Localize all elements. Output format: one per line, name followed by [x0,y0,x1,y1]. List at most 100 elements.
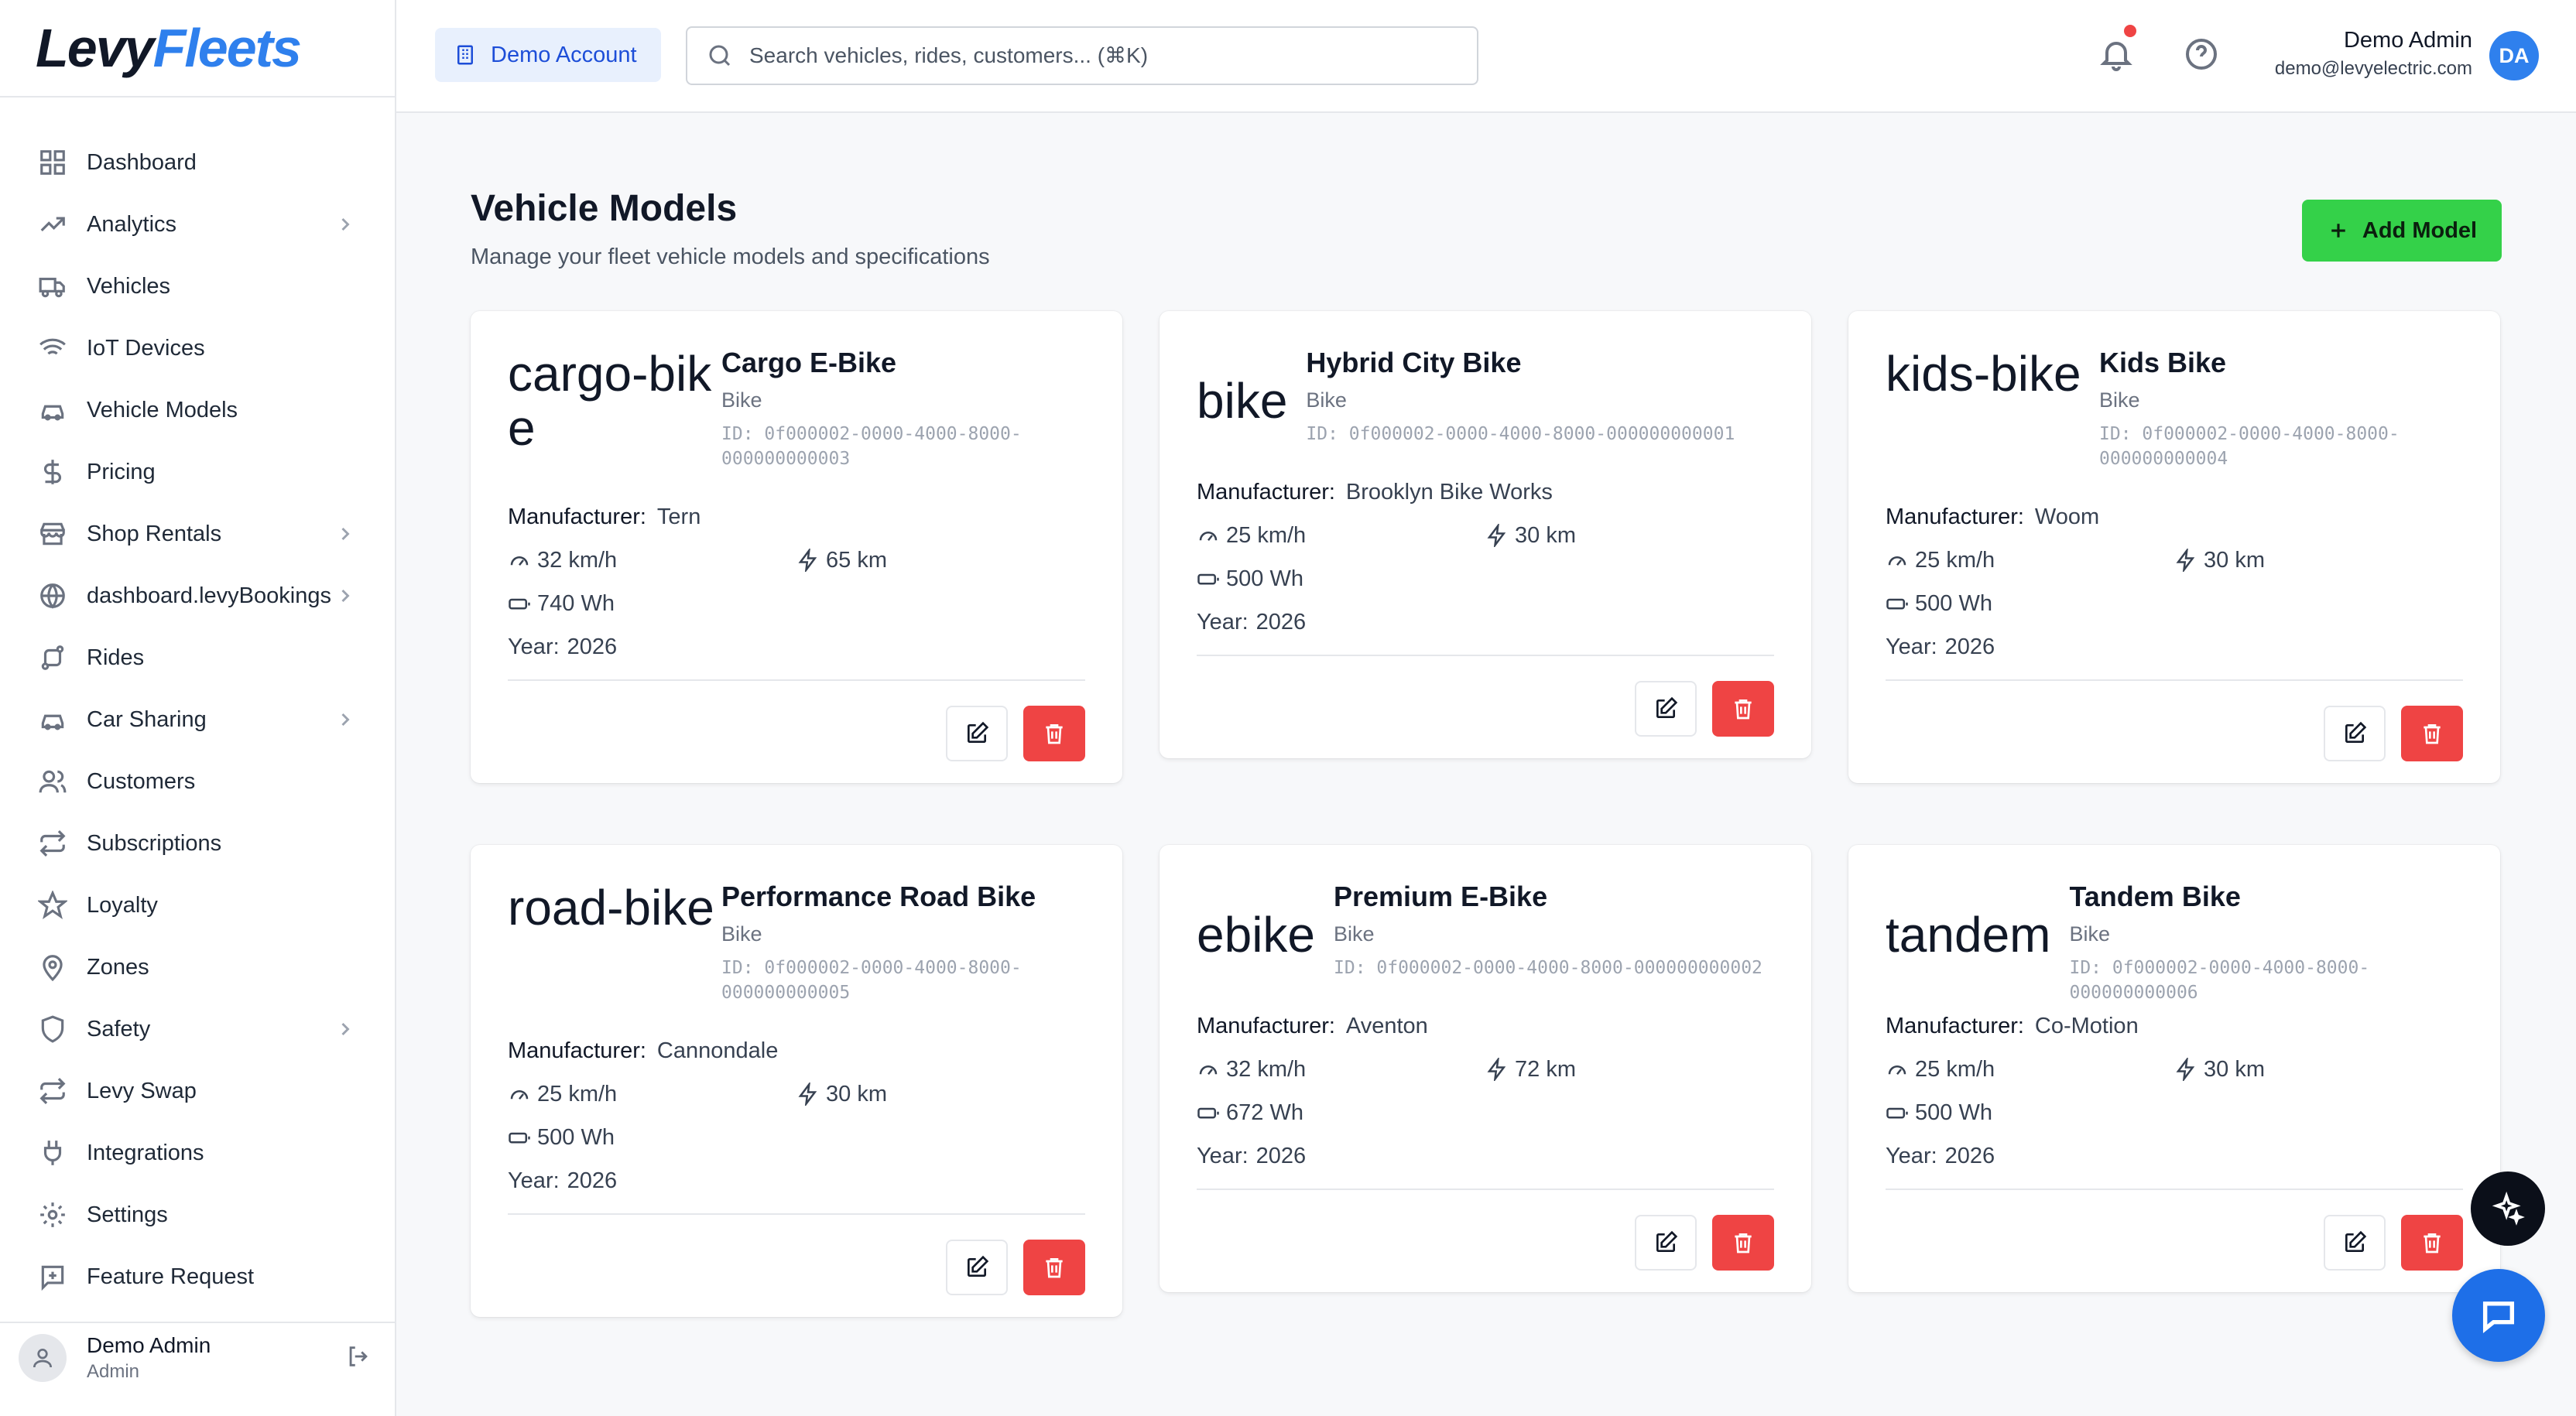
battery-icon [509,1132,530,1144]
max-speed: 25 km/h [1197,523,1485,549]
gauge-icon [1199,1065,1218,1076]
help-button[interactable] [2183,36,2223,76]
logout-icon[interactable] [345,1343,372,1373]
range: 72 km [1485,1057,1774,1083]
search-icon [709,45,731,67]
max-speed: 25 km/h [1886,548,2174,573]
year-row: Year: 2026 [1886,1143,1995,1168]
manufacturer-value: Cannondale [656,1038,779,1063]
route-icon [37,642,68,673]
model-card: kids-bike Kids Bike Bike ID: 0f000002-0000-… [1848,311,2500,783]
sidebar-item-label: Levy Swap [87,1078,197,1103]
sidebar-item-integrations[interactable]: Integrations [0,1122,395,1184]
chevron-right-icon[interactable] [334,214,356,235]
edit-button[interactable] [946,706,1008,761]
battery-icon [1197,573,1219,585]
sidebar-item-feature-request[interactable]: Feature Request [0,1246,395,1308]
battery-icon [1886,598,1908,610]
sidebar-item-levy-swap[interactable]: Levy Swap [0,1060,395,1122]
sidebar-item-vehicles[interactable]: Vehicles [0,255,395,317]
search-box[interactable] [686,26,1478,85]
add-model-button[interactable]: Add Model [2302,200,2502,262]
model-card: ebike Premium E-Bike Bike ID: 0f000002-0000… [1160,845,1811,1292]
chevron-right-icon[interactable] [334,709,356,730]
brand-logo[interactable]: Levy Fleets [0,0,395,97]
edit-button[interactable] [2324,1215,2386,1271]
ai-assistant-button[interactable] [2471,1171,2545,1246]
plus-icon [2331,224,2345,238]
sidebar-user-name: Demo Admin [87,1333,211,1357]
model-card: bike Hybrid City Bike Bike ID: 0f000002-000… [1160,311,1811,758]
sidebar-item-zones[interactable]: Zones [0,936,395,998]
sidebar-item-pricing[interactable]: Pricing [0,441,395,503]
gear-icon [37,1199,68,1230]
sidebar-item-safety[interactable]: Safety [0,998,395,1060]
sidebar-item-analytics[interactable]: Analytics [0,193,395,255]
battery-capacity: 500 Wh [1886,591,1992,617]
delete-button[interactable] [1023,706,1085,761]
delete-button[interactable] [2401,706,2463,761]
delete-button[interactable] [1712,1215,1774,1271]
notifications-button[interactable] [2098,25,2138,76]
sidebar-item-label: Shop Rentals [87,521,222,546]
sidebar-item-label: Feature Request [87,1264,255,1289]
chat-button[interactable] [2452,1269,2545,1362]
model-slug: road-bike [508,880,714,935]
avatar[interactable]: DA [2489,31,2539,80]
sidebar-item-rides[interactable]: Rides [0,627,395,689]
edit-icon [1656,696,1678,718]
year-value: 2026 [567,1168,618,1193]
header-user[interactable]: Demo Admin demo@levyelectric.com [2275,28,2472,80]
battery-icon [1886,1107,1908,1119]
sidebar-item-loyalty[interactable]: Loyalty [0,874,395,936]
max-speed: 25 km/h [1886,1057,2174,1083]
range: 65 km [796,548,1085,573]
truck-icon [37,271,68,302]
edit-button[interactable] [946,1240,1008,1295]
chevron-right-icon[interactable] [334,1018,356,1040]
max-speed: 25 km/h [508,1082,796,1107]
sidebar-item-subscriptions[interactable]: Subscriptions [0,812,395,874]
grid-icon [37,147,68,178]
sidebar-item-car-sharing[interactable]: Car Sharing [0,689,395,751]
edit-icon [2345,721,2367,743]
sidebar-user[interactable]: Demo Admin Admin [0,1322,395,1393]
year-value: 2026 [1255,1143,1307,1168]
globe-icon [37,580,68,611]
manufacturer-row: Manufacturer: Woom [1886,504,2100,529]
sidebar-item-customers[interactable]: Customers [0,751,395,812]
chevron-right-icon[interactable] [334,523,356,545]
model-slug: tandem [1886,907,2051,963]
edit-icon [2345,1230,2367,1252]
battery-capacity: 500 Wh [1886,1100,1992,1126]
sidebar-item-label: IoT Devices [87,335,205,361]
demo-account-button[interactable]: Demo Account [435,28,661,82]
trash-icon [1046,724,1063,744]
sidebar-item-shop-rentals[interactable]: Shop Rentals [0,503,395,565]
sidebar-item-dashboard[interactable]: Dashboard [0,132,395,193]
sidebar-item-dashboard-levybookings[interactable]: dashboard.levyBookings [0,565,395,627]
model-id: ID: 0f000002-0000-4000-8000-000000000002 [1334,958,1762,978]
delete-button[interactable] [1712,681,1774,737]
trending-up-icon [37,209,68,240]
header-user-name: Demo Admin [2343,28,2472,53]
gauge-icon [510,556,529,566]
delete-button[interactable] [1023,1240,1085,1295]
sidebar-item-iot-devices[interactable]: IoT Devices [0,317,395,379]
sidebar-item-settings[interactable]: Settings [0,1184,395,1246]
search-input[interactable] [749,43,1446,68]
manufacturer-row: Manufacturer: Brooklyn Bike Works [1197,479,1553,504]
sidebar-nav: Dashboard Analytics Vehicles IoT Devices Veh… [0,97,395,1308]
delete-button[interactable] [2401,1215,2463,1271]
battery-icon [509,598,530,610]
avatar [19,1334,67,1382]
edit-button[interactable] [1635,681,1697,737]
sidebar-item-vehicle-models[interactable]: Vehicle Models [0,379,395,441]
range: 30 km [2174,548,2463,573]
chevron-right-icon[interactable] [334,585,356,607]
model-id: ID: 0f000002-0000-4000-8000-000000000001 [1306,424,1735,444]
edit-button[interactable] [1635,1215,1697,1271]
edit-icon [968,1255,989,1277]
range: 30 km [2174,1057,2463,1083]
edit-button[interactable] [2324,706,2386,761]
